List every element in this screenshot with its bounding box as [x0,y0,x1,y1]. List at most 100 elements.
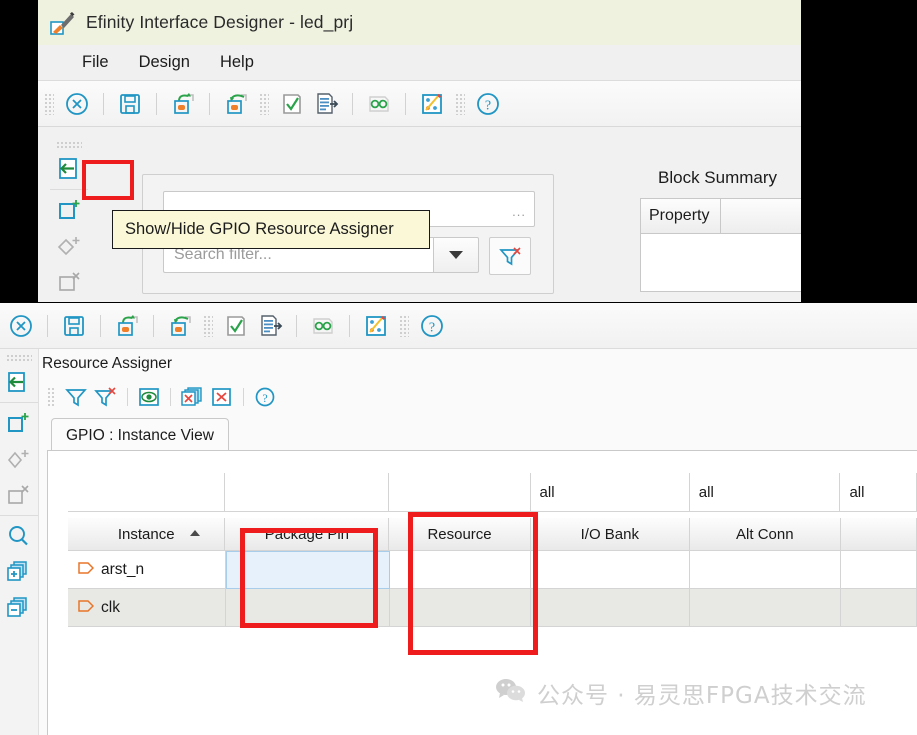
filter-cell-instance[interactable] [68,473,226,512]
block-summary-panel: Block Summary Property [620,136,801,302]
add-diamond-icon[interactable] [1,442,37,476]
clear-all-assignments-icon[interactable] [177,383,207,411]
toolbar-separator [156,92,157,115]
toolbar-grip[interactable] [47,387,56,407]
clear-filter-icon[interactable] [489,237,531,275]
menu-file[interactable]: File [82,53,109,72]
column-header-instance[interactable]: Instance [68,518,226,551]
cell-instance[interactable]: arst_n [68,551,226,589]
clear-filter-icon[interactable] [91,383,121,411]
toolbar-separator [352,92,353,115]
cell-extra[interactable] [840,551,917,589]
filter-cell-io-bank[interactable]: all [530,473,690,512]
cell-extra[interactable] [840,589,917,627]
block-summary-table: Property [640,198,801,292]
toolbar-separator [153,314,154,337]
help-icon[interactable]: ? [250,383,280,411]
svg-text:?: ? [429,320,435,335]
resource-assigner-toolbar: ? [39,379,917,415]
toolbar-separator [100,314,101,337]
toolbar-grip[interactable] [259,92,269,115]
column-header-instance-label: Instance [117,525,175,543]
toolbar-separator [209,92,210,115]
divider [0,515,38,516]
toolbar-grip[interactable] [44,92,54,115]
column-header-extra[interactable] [840,518,917,551]
floorplan-icon[interactable] [415,87,449,121]
cell-instance[interactable]: clk [68,589,226,627]
filter-icon[interactable] [61,383,91,411]
port-icon [78,561,95,579]
svg-text:?: ? [485,98,491,113]
show-hide-gpio-resource-assigner-icon[interactable] [1,365,37,399]
export-icon[interactable] [219,87,253,121]
help-icon[interactable]: ? [415,309,449,343]
clear-assignment-icon[interactable] [207,383,237,411]
expand-all-icon[interactable] [1,555,37,589]
toolbar-separator [47,314,48,337]
link-icon[interactable] [306,309,340,343]
toggle-button-highlight [82,160,134,200]
filter-cell-extra[interactable]: all [840,473,917,512]
window-title: Efinity Interface Designer - led_prj [86,12,354,32]
cell-alt-conn[interactable] [690,551,841,589]
link-icon[interactable] [362,87,396,121]
filter-cell-alt-conn[interactable]: all [689,473,841,512]
tab-gpio-instance-view[interactable]: GPIO : Instance View [51,418,229,452]
export-icon[interactable] [163,309,197,343]
toolbar-grip[interactable] [399,314,409,337]
title-bar: Efinity Interface Designer - led_prj [38,0,801,45]
cell-instance-label: arst_n [101,560,145,578]
toolbar-separator [296,314,297,337]
svg-text:?: ? [262,391,267,405]
tab-strip: GPIO : Instance View [47,415,917,452]
help-icon[interactable]: ? [471,87,505,121]
column-header-property[interactable]: Property [641,199,721,233]
paintbrush-icon [50,10,76,36]
search-icon[interactable] [1,519,37,553]
check-icon[interactable] [275,87,309,121]
check-icon[interactable] [219,309,253,343]
report-icon[interactable] [309,87,343,121]
import-icon[interactable] [166,87,200,121]
import-icon[interactable] [110,309,144,343]
column-header-alt-conn[interactable]: Alt Conn [689,518,841,551]
cell-alt-conn[interactable] [690,589,841,627]
chevron-down-icon[interactable] [433,237,479,273]
toolbar-grip[interactable] [455,92,465,115]
add-block-icon[interactable] [1,406,37,440]
save-icon[interactable] [57,309,91,343]
close-icon[interactable] [60,87,94,121]
menu-design[interactable]: Design [139,53,190,72]
toolbar-separator [127,388,128,406]
toolbar-separator [170,388,171,406]
menu-bar: File Design Help [38,45,801,81]
column-header-io-bank[interactable]: I/O Bank [530,518,690,551]
watermark-text: 公众号 · 易灵思FPGA技术交流 [537,683,867,709]
ellipsis-label: ... [512,204,526,219]
close-icon[interactable] [4,309,38,343]
toolbar-grip[interactable] [6,354,32,363]
interface-designer-window: Efinity Interface Designer - led_prj Fil… [38,0,801,302]
block-summary-title: Block Summary [658,168,778,187]
filter-cell-resource[interactable] [389,473,531,512]
toolbar-grip[interactable] [203,314,213,337]
cell-io-bank[interactable] [530,551,691,589]
show-icon[interactable] [134,383,164,411]
column-header-value[interactable] [721,199,801,233]
floorplan-icon[interactable] [359,309,393,343]
report-icon[interactable] [253,309,287,343]
save-icon[interactable] [113,87,147,121]
toolbar-separator [349,314,350,337]
delete-block-icon[interactable] [51,265,87,299]
main-toolbar: ? [0,303,917,349]
menu-help[interactable]: Help [220,53,254,72]
collapse-all-icon[interactable] [1,591,37,625]
cell-io-bank[interactable] [530,589,691,627]
divider [0,402,38,403]
delete-block-icon[interactable] [1,478,37,512]
filter-cell-package-pin[interactable] [225,473,390,512]
add-diamond-icon[interactable] [51,229,87,263]
toolbar-grip[interactable] [56,141,82,150]
resource-assigner-title: Resource Assigner [42,355,173,372]
